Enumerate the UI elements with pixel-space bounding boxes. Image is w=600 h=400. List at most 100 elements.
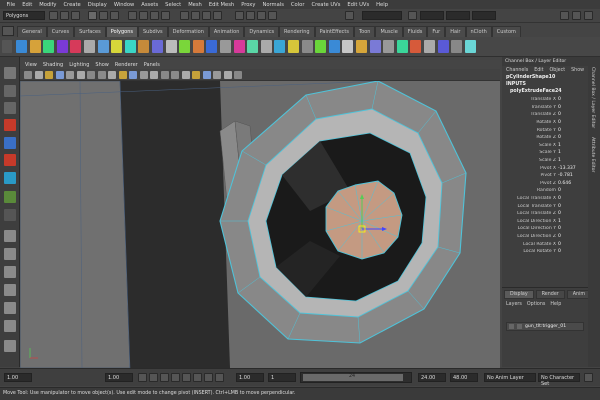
shelf-tab-deformation[interactable]: Deformation (167, 26, 209, 37)
poly-helix-icon[interactable] (138, 40, 150, 53)
toggle-channel-box-icon[interactable] (584, 11, 593, 20)
select-by-object-icon[interactable] (99, 11, 108, 20)
channel-row[interactable]: Translate X0 (502, 96, 588, 104)
channel-menu-edit[interactable]: Edit (534, 68, 543, 73)
channel-value[interactable]: 0 (558, 249, 561, 254)
channel-row[interactable]: Translate Z0 (502, 111, 588, 119)
channel-value[interactable]: 0 (558, 112, 561, 117)
grid-icon[interactable] (66, 71, 74, 79)
shelf-tab-toon[interactable]: Toon (353, 26, 376, 37)
layer-type-icon[interactable] (517, 324, 522, 329)
poly-pipe-icon[interactable] (124, 40, 136, 53)
channel-row[interactable]: Local Direction Z0 (502, 233, 588, 241)
mask-icon[interactable] (128, 11, 137, 20)
channel-value[interactable]: 0 (558, 135, 561, 140)
play-forwards-icon[interactable] (182, 373, 191, 382)
image-plane-icon[interactable] (55, 71, 64, 79)
poly-pyramid-icon[interactable] (111, 40, 123, 53)
perspective-viewport[interactable] (20, 81, 500, 368)
viewport-menu-show[interactable]: Show (92, 62, 112, 68)
manipulator-tool-icon[interactable] (4, 172, 16, 184)
step-back-frame-icon[interactable] (160, 373, 169, 382)
anim-prefs-icon[interactable] (584, 373, 593, 382)
channel-row[interactable]: Pivot X -13.337 (502, 164, 588, 172)
select-by-hierarchy-icon[interactable] (88, 11, 97, 20)
shelf-tab-animation[interactable]: Animation (208, 26, 245, 37)
poly-prism-icon[interactable] (97, 40, 109, 53)
bookmark-icon[interactable] (45, 71, 53, 79)
go-to-start-icon[interactable] (138, 373, 147, 382)
poly-cylinder-icon[interactable] (43, 40, 55, 53)
mask-icon[interactable] (139, 11, 148, 20)
channel-value[interactable]: 1 (558, 150, 561, 155)
go-to-end-icon[interactable] (215, 373, 224, 382)
layout-graph-icon[interactable] (4, 302, 16, 314)
shape-name[interactable]: pCylinderShape10 (502, 75, 588, 82)
smooth-shade-icon[interactable] (150, 71, 158, 79)
channel-row[interactable]: Rotate Y0 (502, 126, 588, 134)
wedge-icon[interactable] (424, 40, 435, 53)
channel-row[interactable]: Pivot Y -0.781 (502, 172, 588, 180)
channel-value[interactable]: 0 (558, 128, 561, 133)
channel-menu-object[interactable]: Object (550, 68, 566, 73)
shelf-tab-custom[interactable]: Custom (491, 26, 521, 37)
paint-select-tool-icon[interactable] (4, 102, 16, 114)
select-camera-icon[interactable] (24, 71, 32, 79)
channel-value[interactable]: -13.337 (558, 166, 576, 171)
wireframe-on-shaded-icon[interactable] (160, 71, 169, 79)
poke-icon[interactable] (437, 40, 449, 53)
smooth-icon[interactable] (220, 40, 231, 53)
channel-row[interactable]: Local Direction Y0 (502, 225, 588, 233)
play-backwards-icon[interactable] (171, 373, 180, 382)
channel-row[interactable]: Scale X1 (502, 142, 588, 150)
snap-plane-icon[interactable] (213, 11, 222, 20)
open-scene-icon[interactable] (60, 11, 69, 20)
combine-icon[interactable] (179, 40, 191, 53)
channel-value[interactable]: 0 (558, 204, 561, 209)
end-time-field[interactable]: 48.00 (450, 373, 478, 382)
extract-icon[interactable] (206, 40, 218, 53)
snap-grid-icon[interactable] (180, 11, 189, 20)
shelf-tab-curves[interactable]: Curves (46, 26, 75, 37)
z-field[interactable] (472, 11, 496, 20)
channel-value[interactable]: 0 (558, 105, 561, 110)
range-end-field[interactable]: 24.00 (418, 373, 446, 382)
toggle-modeling-toolkit-icon[interactable] (560, 11, 569, 20)
render-settings-icon[interactable] (268, 11, 277, 20)
channel-row[interactable]: Local Translate Z0 (502, 210, 588, 218)
channel-value[interactable]: 0 (558, 120, 561, 125)
channel-value[interactable]: 1 (558, 219, 561, 224)
append-polygon-icon[interactable] (315, 40, 327, 53)
anim-layer-selector[interactable]: No Anim Layer (484, 373, 536, 382)
fill-hole-icon[interactable] (301, 40, 313, 53)
merge-icon[interactable] (410, 40, 422, 53)
layer-menu-layers[interactable]: Layers (506, 302, 522, 307)
step-forward-key-icon[interactable] (204, 373, 213, 382)
character-set-selector[interactable]: No Character Set (538, 373, 580, 387)
channel-value[interactable]: 0 (558, 234, 561, 239)
layer-visibility-icon[interactable] (509, 324, 514, 329)
boolean-union-icon[interactable] (233, 40, 245, 53)
y-field[interactable] (446, 11, 470, 20)
menu-edit-mesh[interactable]: Edit Mesh (205, 2, 237, 8)
use-all-lights-icon[interactable] (181, 71, 190, 79)
menu-help[interactable]: Help (373, 2, 392, 8)
attribute-editor-tab[interactable]: Attribute Editor (590, 137, 595, 172)
shelf-tab-polygons[interactable]: Polygons (105, 26, 138, 37)
layout-outliner-icon[interactable] (4, 340, 16, 352)
input-node-name[interactable]: polyExtrudeFace24 (502, 89, 588, 96)
reduce-icon[interactable] (288, 40, 299, 53)
channel-row[interactable]: Local Direction X1 (502, 218, 588, 226)
channel-row[interactable]: Pivot Z 0.646 (502, 180, 588, 188)
boolean-intersection-icon[interactable] (260, 40, 272, 53)
xray-icon[interactable] (202, 71, 211, 79)
channel-row[interactable]: Local Rotate X0 (502, 240, 588, 248)
poly-plane-icon[interactable] (70, 40, 82, 53)
range-start-field[interactable]: 1.00 (236, 373, 264, 382)
shelf-tab-general[interactable]: General (17, 26, 47, 37)
channel-row[interactable]: Rotate Z0 (502, 134, 588, 142)
boolean-difference-icon[interactable] (247, 40, 259, 53)
menu-assets[interactable]: Assets (138, 2, 162, 8)
layout-single-icon[interactable] (4, 230, 16, 242)
shelf-tab-ncloth[interactable]: nCloth (465, 26, 492, 37)
